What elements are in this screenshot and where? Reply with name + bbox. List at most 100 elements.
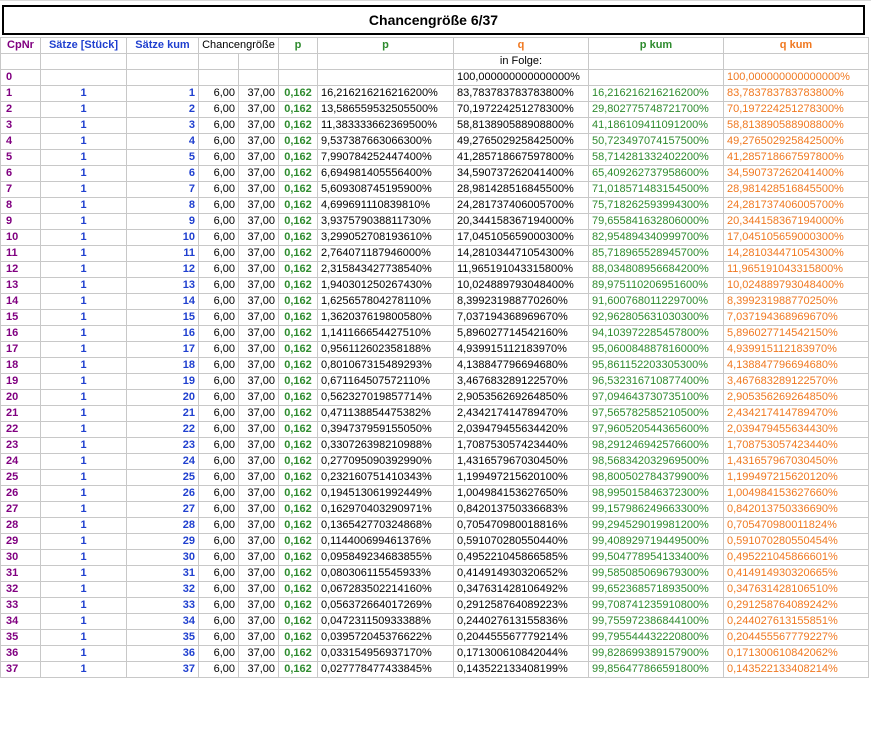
cell-saetze[interactable]: 1 bbox=[40, 197, 127, 214]
header-saetze[interactable]: Sätze [Stück] bbox=[40, 37, 127, 54]
cell-cpnr[interactable]: 20 bbox=[0, 389, 41, 406]
cell-chance-a[interactable]: 6,00 bbox=[198, 261, 239, 278]
cell-q[interactable]: 0,291258764089223% bbox=[453, 597, 589, 614]
cell-p-short[interactable]: 0,162 bbox=[278, 421, 318, 438]
cell-p-short[interactable]: 0,162 bbox=[278, 261, 318, 278]
cell-p[interactable]: 0,471138854475382% bbox=[317, 405, 454, 422]
cell-chance-a[interactable]: 6,00 bbox=[198, 469, 239, 486]
cell-saetze[interactable]: 1 bbox=[40, 661, 127, 678]
cell-p[interactable]: 0,114400699461376% bbox=[317, 533, 454, 550]
cell-q[interactable]: 0,495221045866585% bbox=[453, 549, 589, 566]
cell-p[interactable]: 0,136542770324868% bbox=[317, 517, 454, 534]
cell-q-kum[interactable]: 17,045105659000300% bbox=[723, 229, 869, 246]
cell-empty[interactable] bbox=[317, 53, 454, 70]
cell-saetze[interactable]: 1 bbox=[40, 165, 127, 182]
cell-p-short[interactable]: 0,162 bbox=[278, 565, 318, 582]
cell-q-kum[interactable]: 3,467683289122570% bbox=[723, 373, 869, 390]
cell-p-kum[interactable]: 41,186109411091200% bbox=[588, 117, 724, 134]
cell-p-short[interactable]: 0,162 bbox=[278, 229, 318, 246]
cell-chance-b[interactable]: 37,00 bbox=[238, 101, 279, 118]
cell-q-kum[interactable]: 24,281737406005700% bbox=[723, 197, 869, 214]
cell-empty[interactable] bbox=[126, 53, 199, 70]
cell-empty[interactable] bbox=[723, 53, 869, 70]
cell-chance-b[interactable]: 37,00 bbox=[238, 229, 279, 246]
cell-cpnr[interactable]: 29 bbox=[0, 533, 41, 550]
cell-cpnr[interactable]: 10 bbox=[0, 229, 41, 246]
cell-cpnr[interactable]: 17 bbox=[0, 341, 41, 358]
cell-p-kum[interactable]: 75,718262593994300% bbox=[588, 197, 724, 214]
cell-saetze[interactable]: 1 bbox=[40, 325, 127, 342]
cell-q-kum[interactable]: 0,347631428106510% bbox=[723, 581, 869, 598]
cell-empty[interactable] bbox=[588, 53, 724, 70]
cell-q[interactable]: 24,281737406005700% bbox=[453, 197, 589, 214]
cell-p-kum[interactable]: 99,157986249663300% bbox=[588, 501, 724, 518]
cell-p[interactable]: 0,956112602358188% bbox=[317, 341, 454, 358]
cell-saetze[interactable]: 1 bbox=[40, 245, 127, 262]
cell-saetze-kum[interactable]: 35 bbox=[126, 629, 199, 646]
cell-p[interactable]: 7,990784252447400% bbox=[317, 149, 454, 166]
cell-q[interactable]: 1,708753057423440% bbox=[453, 437, 589, 454]
cell-q-kum[interactable]: 1,199497215620120% bbox=[723, 469, 869, 486]
cell-saetze[interactable]: 1 bbox=[40, 373, 127, 390]
cell-p-short[interactable]: 0,162 bbox=[278, 373, 318, 390]
cell-saetze-kum[interactable]: 20 bbox=[126, 389, 199, 406]
cell-saetze-kum[interactable]: 7 bbox=[126, 181, 199, 198]
cell-p-kum[interactable]: 79,655841632806000% bbox=[588, 213, 724, 230]
cell-chance-a[interactable]: 6,00 bbox=[198, 181, 239, 198]
cell-p-short[interactable]: 0,162 bbox=[278, 309, 318, 326]
cell-saetze[interactable]: 1 bbox=[40, 597, 127, 614]
cell-cpnr[interactable]: 14 bbox=[0, 293, 41, 310]
cell-saetze-kum[interactable]: 4 bbox=[126, 133, 199, 150]
cell-saetze-kum[interactable]: 21 bbox=[126, 405, 199, 422]
cell-saetze-kum[interactable]: 23 bbox=[126, 437, 199, 454]
cell-p-short[interactable]: 0,162 bbox=[278, 357, 318, 374]
cell-cpnr[interactable]: 8 bbox=[0, 197, 41, 214]
cell-q-kum[interactable]: 1,708753057423440% bbox=[723, 437, 869, 454]
cell-q-kum[interactable]: 58,813890588908800% bbox=[723, 117, 869, 134]
cell-q[interactable]: 0,591070280550440% bbox=[453, 533, 589, 550]
cell-chance-b[interactable]: 37,00 bbox=[238, 181, 279, 198]
cell-cpnr[interactable]: 3 bbox=[0, 117, 41, 134]
cell-cpnr[interactable]: 5 bbox=[0, 149, 41, 166]
cell-p[interactable]: 2,764071187946000% bbox=[317, 245, 454, 262]
cell-saetze-kum[interactable]: 2 bbox=[126, 101, 199, 118]
cell-cpnr[interactable]: 15 bbox=[0, 309, 41, 326]
cell-chance-a[interactable]: 6,00 bbox=[198, 485, 239, 502]
cell-p[interactable]: 0,067283502214160% bbox=[317, 581, 454, 598]
cell-chance-b[interactable]: 37,00 bbox=[238, 501, 279, 518]
cell-chance-a[interactable]: 6,00 bbox=[198, 613, 239, 630]
cell-saetze[interactable]: 1 bbox=[40, 357, 127, 374]
cell-empty[interactable] bbox=[40, 69, 127, 86]
cell-q[interactable]: 5,896027714542160% bbox=[453, 325, 589, 342]
cell-p[interactable]: 1,141166654427510% bbox=[317, 325, 454, 342]
cell-q-kum[interactable]: 4,939915112183970% bbox=[723, 341, 869, 358]
cell-saetze[interactable]: 1 bbox=[40, 101, 127, 118]
cell-saetze[interactable]: 1 bbox=[40, 293, 127, 310]
cell-chance-b[interactable]: 37,00 bbox=[238, 293, 279, 310]
cell-saetze[interactable]: 1 bbox=[40, 533, 127, 550]
cell-chance-b[interactable]: 37,00 bbox=[238, 549, 279, 566]
cell-p-kum[interactable]: 97,094643730735100% bbox=[588, 389, 724, 406]
cell-q[interactable]: 4,939915112183970% bbox=[453, 341, 589, 358]
cell-chance-b[interactable]: 37,00 bbox=[238, 277, 279, 294]
cell-cpnr[interactable]: 25 bbox=[0, 469, 41, 486]
cell-q-kum[interactable]: 1,004984153627660% bbox=[723, 485, 869, 502]
cell-saetze[interactable]: 1 bbox=[40, 213, 127, 230]
cell-p[interactable]: 3,937579038811730% bbox=[317, 213, 454, 230]
cell-q-kum[interactable]: 100,000000000000000% bbox=[723, 69, 869, 86]
cell-empty[interactable] bbox=[317, 69, 454, 86]
cell-cpnr[interactable]: 24 bbox=[0, 453, 41, 470]
cell-cpnr[interactable]: 32 bbox=[0, 581, 41, 598]
cell-p-kum[interactable]: 99,708741235910800% bbox=[588, 597, 724, 614]
cell-p-short[interactable]: 0,162 bbox=[278, 549, 318, 566]
cell-q-kum[interactable]: 49,276502925842500% bbox=[723, 133, 869, 150]
cell-q-kum[interactable]: 34,590737262041400% bbox=[723, 165, 869, 182]
cell-saetze-kum[interactable]: 9 bbox=[126, 213, 199, 230]
header-saetze-kum[interactable]: Sätze kum bbox=[126, 37, 199, 54]
cell-saetze[interactable]: 1 bbox=[40, 405, 127, 422]
cell-p[interactable]: 0,801067315489293% bbox=[317, 357, 454, 374]
cell-chance-b[interactable]: 37,00 bbox=[238, 389, 279, 406]
cell-saetze[interactable]: 1 bbox=[40, 389, 127, 406]
cell-cpnr[interactable]: 6 bbox=[0, 165, 41, 182]
cell-chance-a[interactable]: 6,00 bbox=[198, 165, 239, 182]
